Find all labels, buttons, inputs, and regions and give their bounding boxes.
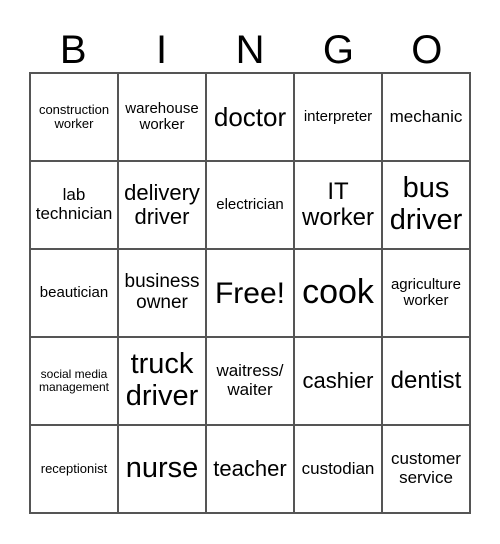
header-letter-b: B xyxy=(59,28,87,72)
bingo-cell[interactable]: custodian xyxy=(294,425,382,513)
bingo-cell[interactable]: IT worker xyxy=(294,161,382,249)
bingo-cell[interactable]: cashier xyxy=(294,337,382,425)
bingo-cell[interactable]: mechanic xyxy=(382,73,470,161)
bingo-cell[interactable]: waitress/ waiter xyxy=(206,337,294,425)
bingo-cell[interactable]: customer service xyxy=(382,425,470,513)
header-letter-n: N xyxy=(235,28,265,72)
header-letter-o: O xyxy=(411,28,443,72)
bingo-cell[interactable]: agriculture worker xyxy=(382,249,470,337)
bingo-cell[interactable]: doctor xyxy=(206,73,294,161)
bingo-grid: construction worker warehouse worker doc… xyxy=(29,72,471,514)
bingo-cell[interactable]: construction worker xyxy=(30,73,118,161)
bingo-cell[interactable]: warehouse worker xyxy=(118,73,206,161)
bingo-cell[interactable]: bus driver xyxy=(382,161,470,249)
bingo-cell[interactable]: nurse xyxy=(118,425,206,513)
bingo-cell[interactable]: interpreter xyxy=(294,73,382,161)
bingo-cell[interactable]: social media management xyxy=(30,337,118,425)
bingo-cell[interactable]: receptionist xyxy=(30,425,118,513)
bingo-cell[interactable]: beautician xyxy=(30,249,118,337)
bingo-cell[interactable]: business owner xyxy=(118,249,206,337)
bingo-cell[interactable]: truck driver xyxy=(118,337,206,425)
header-letter-g: G xyxy=(322,28,354,72)
bingo-cell[interactable]: dentist xyxy=(382,337,470,425)
bingo-cell[interactable]: delivery driver xyxy=(118,161,206,249)
bingo-cell[interactable]: teacher xyxy=(206,425,294,513)
header-letter-i: I xyxy=(156,28,168,72)
bingo-cell[interactable]: lab technician xyxy=(30,161,118,249)
bingo-cell[interactable]: electrician xyxy=(206,161,294,249)
bingo-cell[interactable]: cook xyxy=(294,249,382,337)
free-space-cell[interactable]: Free! xyxy=(206,249,294,337)
bingo-header: B I N G O xyxy=(29,28,471,72)
